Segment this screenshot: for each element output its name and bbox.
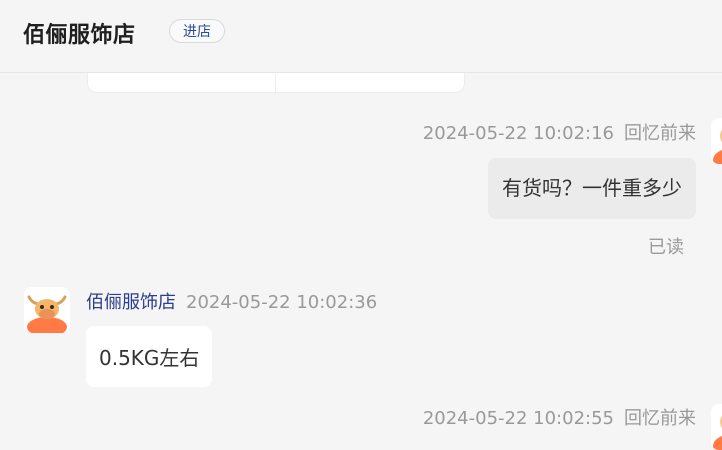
message-meta: 2024-05-22 10:02:16 回忆前来 xyxy=(423,119,696,145)
shop-avatar-icon[interactable] xyxy=(24,287,70,333)
user-avatar-icon[interactable] xyxy=(711,118,722,164)
chat-bubble-theirs: 0.5KG左右 xyxy=(86,326,213,387)
message-timestamp: 2024-05-22 10:02:16 xyxy=(422,123,614,144)
user-avatar-icon[interactable] xyxy=(711,404,722,450)
shop-title: 佰俪服饰店 xyxy=(23,23,136,48)
chat-bubble-mine: 有货吗？一件重多少 xyxy=(488,158,696,219)
message-timestamp: 2024-05-22 10:02:36 xyxy=(186,292,378,313)
chat-header: 佰俪服饰店 进店 xyxy=(0,0,722,73)
card-divider xyxy=(275,74,276,94)
message-meta: 2024-05-22 10:02:55 回忆前来 xyxy=(423,404,696,430)
message-sender: 回忆前来 xyxy=(624,408,696,429)
message-meta: 佰俪服饰店 2024-05-22 10:02:36 xyxy=(86,288,377,314)
message-timestamp: 2024-05-22 10:02:55 xyxy=(422,408,614,429)
message-sender: 回忆前来 xyxy=(624,123,696,144)
message-sender[interactable]: 佰俪服饰店 xyxy=(86,292,176,313)
read-status: 已读 xyxy=(648,237,684,258)
enter-shop-button[interactable]: 进店 xyxy=(169,19,225,43)
